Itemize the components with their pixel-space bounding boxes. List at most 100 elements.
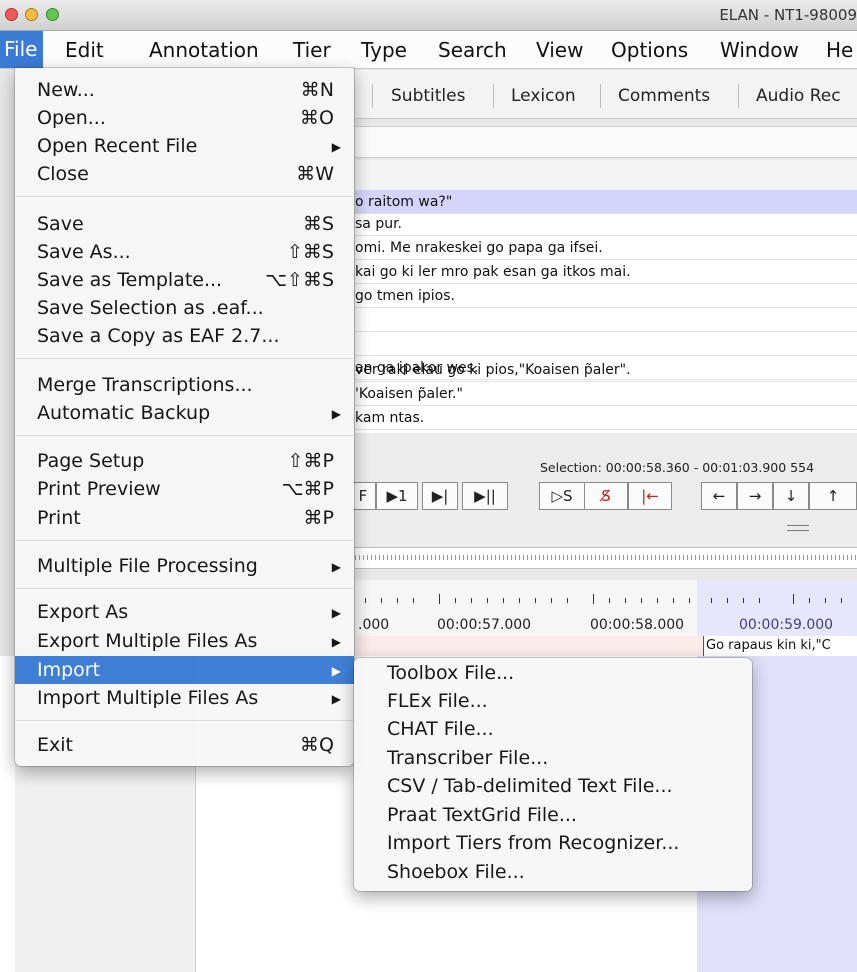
subtitle-line[interactable]: 'Koaisen p̃aler." <box>355 382 857 406</box>
import-chat-file[interactable]: CHAT File... <box>354 715 752 743</box>
ruler-tick <box>727 598 728 603</box>
subtitle-line[interactable]: kai go ki ler mro pak esan ga itkos mai. <box>355 260 857 284</box>
menu-edit[interactable]: Edit <box>65 38 104 62</box>
subtitle-line[interactable]: kam ntas. <box>355 406 857 430</box>
menu-item-open-recent[interactable]: Open Recent File ▶ <box>15 132 354 160</box>
minimize-window-button[interactable] <box>25 8 38 21</box>
menu-item-new[interactable]: New... ⌘N <box>15 76 354 104</box>
ruler-tick <box>397 598 398 603</box>
menu-item-export-multiple[interactable]: Export Multiple Files As ▶ <box>15 627 354 655</box>
close-window-button[interactable] <box>5 8 18 21</box>
annotation-header-row <box>355 160 857 191</box>
menu-window[interactable]: Window <box>720 38 799 62</box>
subtitle-line[interactable]: ver raki elau go ki pios,"Koaisen p̃aler… <box>355 358 857 382</box>
menu-options[interactable]: Options <box>611 38 688 62</box>
menu-item-exit[interactable]: Exit ⌘Q <box>15 731 354 759</box>
tab-lexicon[interactable]: Lexicon <box>511 86 576 106</box>
menu-item-export-as[interactable]: Export As ▶ <box>15 598 354 626</box>
ruler-tick <box>759 598 760 603</box>
ruler-tick <box>381 598 382 603</box>
menu-type[interactable]: Type <box>361 38 407 62</box>
ruler-tick <box>689 598 690 603</box>
title-bar: ELAN - NT1-98009 <box>0 0 857 31</box>
menu-file[interactable]: File <box>0 31 44 68</box>
waveform-overview[interactable] <box>355 547 857 569</box>
menu-item-shortcut: ⌘N <box>300 79 334 101</box>
import-shoebox-file[interactable]: Shoebox File... <box>354 858 752 886</box>
tab-comments[interactable]: Comments <box>618 86 710 106</box>
menu-help[interactable]: He <box>826 38 853 62</box>
zoom-window-button[interactable] <box>46 8 59 21</box>
menu-item-label: Import Multiple Files As <box>37 687 259 709</box>
submenu-arrow-icon: ▶ <box>331 635 341 649</box>
previous-annotation-button[interactable]: ← <box>701 482 737 510</box>
tab-separator <box>600 84 601 108</box>
import-submenu: Toolbox File... FLEx File... CHAT File..… <box>354 658 752 891</box>
import-praat-textgrid[interactable]: Praat TextGrid File... <box>354 801 752 829</box>
play-pause-button[interactable]: ▶|| <box>462 482 508 510</box>
submenu-arrow-icon: ▶ <box>331 606 341 620</box>
subtitle-line[interactable] <box>355 308 857 332</box>
tier-up-button[interactable]: ↑ <box>809 482 857 510</box>
menu-item-automatic-backup[interactable]: Automatic Backup ▶ <box>15 399 354 427</box>
menu-item-open[interactable]: Open... ⌘O <box>15 104 354 132</box>
menu-item-label: Save a Copy as EAF 2.7... <box>37 325 280 347</box>
menu-annotation[interactable]: Annotation <box>149 38 259 62</box>
menu-item-save-selection[interactable]: Save Selection as .eaf... <box>15 294 354 322</box>
menu-item-import[interactable]: Import ▶ <box>15 656 354 684</box>
import-tiers-from-recognizer[interactable]: Import Tiers from Recognizer... <box>354 829 752 857</box>
submenu-arrow-icon: ▶ <box>331 560 341 574</box>
menu-item-label: Shoebox File... <box>387 861 525 883</box>
menu-item-close[interactable]: Close ⌘W <box>15 160 354 188</box>
next-second-button[interactable]: ▶| <box>422 482 458 510</box>
menu-item-shortcut: ⌘Q <box>300 734 334 756</box>
ruler-tick <box>793 594 794 604</box>
menu-item-multiple-file-processing[interactable]: Multiple File Processing ▶ <box>15 552 354 580</box>
tab-subtitles[interactable]: Subtitles <box>391 86 465 106</box>
import-transcriber-file[interactable]: Transcriber File... <box>354 744 752 772</box>
selection-begin-button[interactable]: |← <box>628 482 672 510</box>
import-csv-file[interactable]: CSV / Tab-delimited Text File... <box>354 772 752 800</box>
menu-search[interactable]: Search <box>438 38 507 62</box>
subtitle-list: o raitom wa?" sa pur. omi. Me nrakeskei … <box>355 190 857 433</box>
menu-item-save-as-template[interactable]: Save as Template... ⌥⇧⌘S <box>15 266 354 294</box>
tier-selector-row[interactable] <box>355 126 857 158</box>
split-pane-handle[interactable] <box>787 525 809 531</box>
clear-selection-button[interactable]: S̸ <box>584 482 628 510</box>
menu-item-merge-transcriptions[interactable]: Merge Transcriptions... <box>15 371 354 399</box>
subtitle-line[interactable]: o raitom wa?" <box>355 190 857 214</box>
ruler-tick <box>535 598 536 603</box>
subtitle-line[interactable] <box>355 332 857 356</box>
import-flex-file[interactable]: FLEx File... <box>354 687 752 715</box>
menu-item-shortcut: ⌘O <box>300 107 334 129</box>
subtitle-line[interactable]: sa pur. <box>355 212 857 236</box>
subtitle-line[interactable]: omi. Me nrakeskei go papa ga ifsei. <box>355 236 857 260</box>
menu-item-save-as[interactable]: Save As... ⇧⌘S <box>15 238 354 266</box>
menu-item-label: Transcriber File... <box>387 747 549 769</box>
ruler-tick <box>841 598 842 603</box>
menu-item-print-preview[interactable]: Print Preview ⌥⌘P <box>15 475 354 503</box>
menu-item-label: Print <box>37 507 81 529</box>
menu-tier[interactable]: Tier <box>293 38 331 62</box>
menu-separator <box>16 196 353 197</box>
menu-item-save[interactable]: Save ⌘S <box>15 210 354 238</box>
ruler-time-label: 00:00:58.000 <box>590 617 685 633</box>
ruler-tick <box>809 598 810 603</box>
tier-down-button[interactable]: ↓ <box>773 482 809 510</box>
menu-item-page-setup[interactable]: Page Setup ⇧⌘P <box>15 447 354 475</box>
tab-separator <box>372 84 373 108</box>
next-annotation-button[interactable]: → <box>737 482 773 510</box>
subtitle-line[interactable]: go tmen ipios. <box>355 284 857 308</box>
tab-audio-recognizer[interactable]: Audio Rec <box>756 86 841 106</box>
next-frame-button[interactable]: ▶1 <box>376 482 418 510</box>
ruler-tick <box>503 598 504 603</box>
play-selection-button[interactable]: ▷S <box>539 482 585 510</box>
menu-item-print[interactable]: Print ⌘P <box>15 504 354 532</box>
menu-item-import-multiple[interactable]: Import Multiple Files As ▶ <box>15 684 354 712</box>
annotation-cell[interactable]: Go rapaus kin ki,"C <box>703 636 857 656</box>
import-toolbox-file[interactable]: Toolbox File... <box>354 659 752 687</box>
menu-item-shortcut: ⇧⌘S <box>287 241 334 263</box>
menu-item-save-copy-eaf27[interactable]: Save a Copy as EAF 2.7... <box>15 322 354 350</box>
submenu-arrow-icon: ▶ <box>331 664 341 678</box>
menu-view[interactable]: View <box>536 38 583 62</box>
